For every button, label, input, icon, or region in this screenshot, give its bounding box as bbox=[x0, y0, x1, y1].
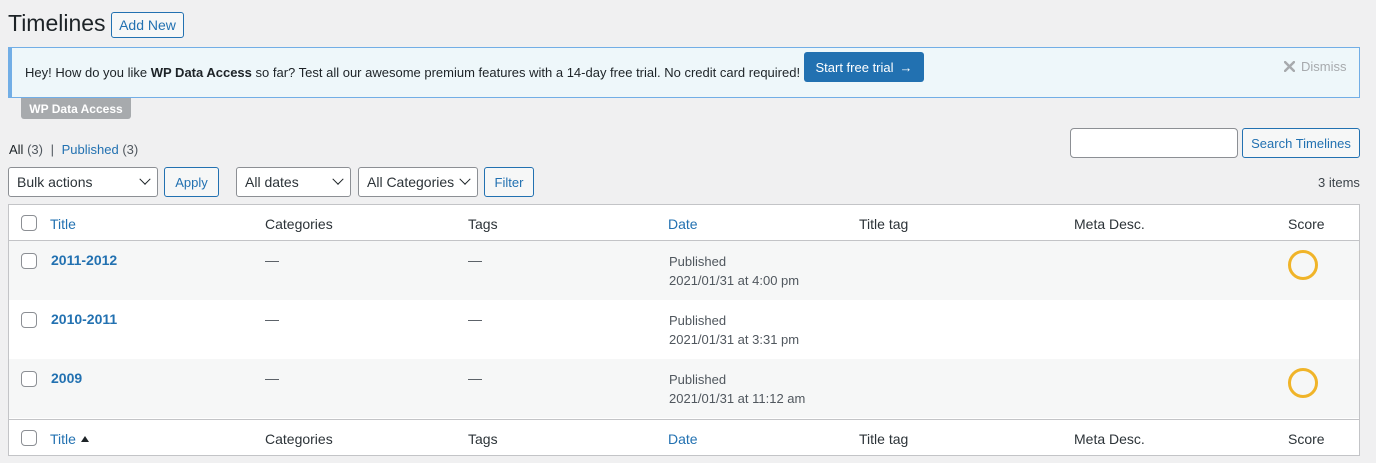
table-header: Title Categories Tags Date Title tag Met… bbox=[9, 205, 1359, 241]
row-categories: — bbox=[265, 370, 279, 386]
row-title-link[interactable]: 2011-2012 bbox=[51, 252, 117, 268]
footer-column-date[interactable]: Date bbox=[668, 431, 698, 447]
row-status: Published bbox=[669, 313, 727, 328]
table-row: 2011-2012 — — Published 2021/01/31 at 4:0… bbox=[9, 241, 1359, 300]
column-meta-desc: Meta Desc. bbox=[1074, 216, 1145, 232]
timelines-table: Title Categories Tags Date Title tag Met… bbox=[8, 204, 1360, 456]
footer-column-title-tag: Title tag bbox=[859, 431, 909, 447]
row-title-link[interactable]: 2009 bbox=[51, 370, 82, 386]
column-title[interactable]: Title bbox=[50, 216, 76, 232]
add-new-button[interactable]: Add New bbox=[111, 12, 184, 38]
dismiss-label: Dismiss bbox=[1301, 59, 1347, 74]
row-date-value: 2021/01/31 at 4:00 pm bbox=[669, 273, 800, 288]
arrow-right-icon: → bbox=[899, 59, 913, 75]
notice-text-before: Hey! How do you like bbox=[25, 65, 151, 80]
view-all[interactable]: All bbox=[9, 142, 23, 157]
row-date-value: 2021/01/31 at 3:31 pm bbox=[669, 332, 800, 347]
footer-column-title[interactable]: Title bbox=[50, 431, 89, 447]
view-published-count: (3) bbox=[122, 142, 139, 157]
close-icon bbox=[1284, 61, 1295, 72]
score-circle-icon bbox=[1288, 368, 1318, 398]
column-score: Score bbox=[1288, 216, 1325, 232]
column-categories: Categories bbox=[265, 216, 333, 232]
bulk-actions-value: Bulk actions bbox=[17, 174, 93, 190]
dates-value: All dates bbox=[245, 174, 299, 190]
select-all-checkbox[interactable] bbox=[21, 215, 37, 231]
notice-text-bold: WP Data Access bbox=[150, 65, 252, 80]
filter-button[interactable]: Filter bbox=[484, 167, 534, 197]
categories-value: All Categories bbox=[367, 174, 455, 190]
row-tags: — bbox=[468, 370, 482, 386]
column-title-tag: Title tag bbox=[859, 216, 909, 232]
row-date: Published 2021/01/31 at 4:00 pm bbox=[669, 252, 799, 290]
row-date: Published 2021/01/31 at 11:12 am bbox=[669, 370, 805, 408]
row-date: Published 2021/01/31 at 3:31 pm bbox=[669, 311, 799, 349]
search-timelines-button[interactable]: Search Timelines bbox=[1242, 128, 1360, 158]
plugin-tag: WP Data Access bbox=[21, 98, 131, 119]
chevron-down-icon bbox=[139, 173, 151, 185]
row-checkbox[interactable] bbox=[21, 371, 37, 387]
items-count: 3 items bbox=[1318, 175, 1360, 190]
categories-select[interactable]: All Categories bbox=[358, 167, 478, 197]
apply-button[interactable]: Apply bbox=[164, 167, 219, 197]
chevron-down-icon bbox=[459, 173, 471, 185]
table-footer: Title Categories Tags Date Title tag Met… bbox=[9, 419, 1359, 455]
row-date-value: 2021/01/31 at 11:12 am bbox=[669, 391, 806, 406]
view-filters: All (3) | Published (3) bbox=[9, 142, 138, 157]
row-tags: — bbox=[468, 252, 482, 268]
chevron-down-icon bbox=[332, 173, 344, 185]
trial-label: Start free trial bbox=[815, 59, 894, 75]
row-title-link[interactable]: 2010-2011 bbox=[51, 311, 117, 327]
score-circle-icon bbox=[1288, 250, 1318, 280]
sort-up-icon bbox=[80, 436, 89, 442]
notice-text-after: so far? Test all our awesome premium fea… bbox=[251, 65, 801, 80]
page-title: Timelines bbox=[8, 10, 106, 36]
view-all-count: (3) bbox=[27, 142, 43, 157]
footer-column-score: Score bbox=[1288, 431, 1325, 447]
row-tags: — bbox=[468, 311, 482, 327]
start-free-trial-button[interactable]: Start free trial → bbox=[804, 52, 924, 82]
bulk-actions-select[interactable]: Bulk actions bbox=[8, 167, 158, 197]
select-all-checkbox[interactable] bbox=[21, 430, 37, 446]
search-input[interactable] bbox=[1070, 128, 1238, 158]
table-row: 2009 — — Published 2021/01/31 at 11:12 am bbox=[9, 359, 1359, 418]
dismiss-button[interactable]: Dismiss bbox=[1284, 59, 1347, 74]
footer-column-categories: Categories bbox=[265, 431, 333, 447]
notice-text: Hey! How do you like WP Data Access so f… bbox=[25, 65, 800, 80]
footer-title-label: Title bbox=[50, 431, 76, 447]
row-categories: — bbox=[265, 252, 279, 268]
footer-column-meta-desc: Meta Desc. bbox=[1074, 431, 1145, 447]
row-checkbox[interactable] bbox=[21, 312, 37, 328]
dates-select[interactable]: All dates bbox=[236, 167, 351, 197]
footer-column-tags: Tags bbox=[468, 431, 498, 447]
column-tags: Tags bbox=[468, 216, 498, 232]
column-date[interactable]: Date bbox=[668, 216, 698, 232]
row-checkbox[interactable] bbox=[21, 253, 37, 269]
row-categories: — bbox=[265, 311, 279, 327]
row-status: Published bbox=[669, 372, 727, 387]
view-separator: | bbox=[50, 142, 54, 157]
row-status: Published bbox=[669, 254, 727, 269]
view-published[interactable]: Published bbox=[62, 142, 119, 157]
table-row: 2010-2011 — — Published 2021/01/31 at 3:3… bbox=[9, 300, 1359, 359]
